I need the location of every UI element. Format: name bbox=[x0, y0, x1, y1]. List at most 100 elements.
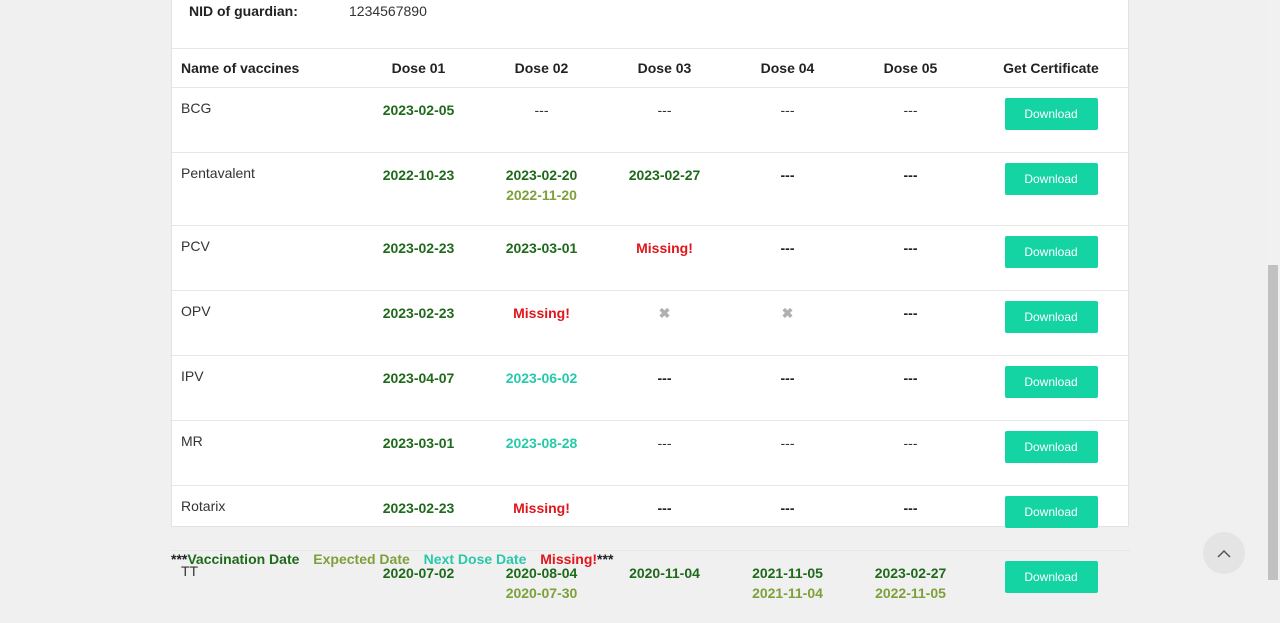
dose-cell: --- bbox=[849, 291, 972, 356]
missing-label: Missing! bbox=[480, 303, 603, 323]
certificate-cell: Download bbox=[972, 153, 1130, 226]
dose-cell: Missing! bbox=[603, 226, 726, 291]
certificate-cell: Download bbox=[972, 486, 1130, 551]
vaccine-name: OPV bbox=[172, 291, 357, 356]
download-certificate-button[interactable]: Download bbox=[1005, 366, 1098, 398]
vaccination-date: 2023-03-01 bbox=[357, 433, 480, 453]
vaccination-date: 2023-02-05 bbox=[357, 100, 480, 120]
scrollbar[interactable] bbox=[1266, 0, 1280, 580]
scrollbar-thumb[interactable] bbox=[1268, 265, 1278, 580]
dose-cell: 2021-11-052021-11-04 bbox=[726, 551, 849, 623]
empty-dose: --- bbox=[726, 498, 849, 518]
nid-label: NID of guardian: bbox=[189, 3, 298, 19]
header-dose-05: Dose 05 bbox=[849, 49, 972, 88]
next-dose-date: 2023-08-28 bbox=[480, 433, 603, 453]
certificate-cell: Download bbox=[972, 291, 1130, 356]
expected-date: 2021-11-04 bbox=[726, 583, 849, 603]
header-vaccine-name: Name of vaccines bbox=[172, 49, 357, 88]
table-row: Rotarix2023-02-23Missing!---------Downlo… bbox=[172, 486, 1130, 551]
table-row: IPV2023-04-072023-06-02---------Download bbox=[172, 356, 1130, 421]
dose-cell: 2023-02-23 bbox=[357, 226, 480, 291]
empty-dose: --- bbox=[603, 433, 726, 453]
empty-dose: --- bbox=[726, 368, 849, 388]
dose-cell: 2023-02-23 bbox=[357, 291, 480, 356]
table-row: OPV2023-02-23Missing!✖✖---Download bbox=[172, 291, 1130, 356]
dose-cell: --- bbox=[849, 226, 972, 291]
dose-cell: --- bbox=[603, 356, 726, 421]
table-row: PCV2023-02-232023-03-01Missing!------Dow… bbox=[172, 226, 1130, 291]
x-mark-icon: ✖ bbox=[603, 303, 726, 323]
vaccine-name: BCG bbox=[172, 88, 357, 153]
dose-cell: --- bbox=[726, 421, 849, 486]
empty-dose: --- bbox=[603, 498, 726, 518]
legend-expected-date: Expected Date bbox=[313, 551, 409, 567]
download-certificate-button[interactable]: Download bbox=[1005, 301, 1098, 333]
empty-dose: --- bbox=[726, 100, 849, 120]
download-certificate-button[interactable]: Download bbox=[1005, 561, 1098, 593]
dose-cell: Missing! bbox=[480, 291, 603, 356]
certificate-cell: Download bbox=[972, 421, 1130, 486]
vaccination-date: 2023-02-27 bbox=[849, 563, 972, 583]
vaccination-date: 2023-02-20 bbox=[480, 165, 603, 185]
dose-cell: --- bbox=[849, 88, 972, 153]
empty-dose: --- bbox=[849, 238, 972, 258]
empty-dose: --- bbox=[849, 368, 972, 388]
legend-vaccination-date: Vaccination Date bbox=[187, 551, 299, 567]
dose-cell: --- bbox=[603, 88, 726, 153]
empty-dose: --- bbox=[603, 368, 726, 388]
dose-cell: 2023-02-05 bbox=[357, 88, 480, 153]
download-certificate-button[interactable]: Download bbox=[1005, 431, 1098, 463]
vaccination-date: 2023-02-23 bbox=[357, 303, 480, 323]
vaccine-name: Rotarix bbox=[172, 486, 357, 551]
vaccination-date: 2023-02-23 bbox=[357, 498, 480, 518]
download-certificate-button[interactable]: Download bbox=[1005, 163, 1098, 195]
vaccination-date: 2022-10-23 bbox=[357, 165, 480, 185]
empty-dose: --- bbox=[849, 165, 972, 185]
download-certificate-button[interactable]: Download bbox=[1005, 98, 1098, 130]
vaccination-date: 2021-11-05 bbox=[726, 563, 849, 583]
vaccination-date: 2023-02-27 bbox=[603, 165, 726, 185]
dose-cell: --- bbox=[726, 486, 849, 551]
vaccine-name: IPV bbox=[172, 356, 357, 421]
table-row: MR2023-03-012023-08-28---------Download bbox=[172, 421, 1130, 486]
legend-suffix: *** bbox=[597, 551, 613, 567]
vaccination-date: 2023-02-23 bbox=[357, 238, 480, 258]
missing-label: Missing! bbox=[603, 238, 726, 258]
nid-value: 1234567890 bbox=[349, 3, 427, 19]
missing-label: Missing! bbox=[480, 498, 603, 518]
dose-cell: 2022-10-23 bbox=[357, 153, 480, 226]
dose-cell: --- bbox=[726, 88, 849, 153]
dose-cell: 2023-02-27 bbox=[603, 153, 726, 226]
dose-cell: Missing! bbox=[480, 486, 603, 551]
table-row: Pentavalent2022-10-232023-02-202022-11-2… bbox=[172, 153, 1130, 226]
dose-cell: 2023-03-01 bbox=[357, 421, 480, 486]
x-mark-icon: ✖ bbox=[726, 303, 849, 323]
download-certificate-button[interactable]: Download bbox=[1005, 236, 1098, 268]
certificate-cell: Download bbox=[972, 88, 1130, 153]
empty-dose: --- bbox=[603, 100, 726, 120]
empty-dose: --- bbox=[849, 498, 972, 518]
dose-cell: --- bbox=[603, 421, 726, 486]
dose-cell: --- bbox=[603, 486, 726, 551]
table-row: BCG2023-02-05------------Download bbox=[172, 88, 1130, 153]
empty-dose: --- bbox=[849, 433, 972, 453]
empty-dose: --- bbox=[726, 238, 849, 258]
scroll-to-top-button[interactable] bbox=[1203, 532, 1245, 574]
legend-missing: Missing! bbox=[540, 551, 597, 567]
certificate-cell: Download bbox=[972, 356, 1130, 421]
empty-dose: --- bbox=[849, 303, 972, 323]
dose-cell: --- bbox=[849, 421, 972, 486]
vaccination-date: 2020-11-04 bbox=[603, 563, 726, 583]
dose-cell: 2023-02-202022-11-20 bbox=[480, 153, 603, 226]
vaccine-name: PCV bbox=[172, 226, 357, 291]
dose-cell: --- bbox=[726, 356, 849, 421]
dose-cell: 2023-06-02 bbox=[480, 356, 603, 421]
download-certificate-button[interactable]: Download bbox=[1005, 496, 1098, 528]
table-header-row: Name of vaccines Dose 01 Dose 02 Dose 03… bbox=[172, 49, 1130, 88]
vaccine-name: Pentavalent bbox=[172, 153, 357, 226]
expected-date: 2022-11-20 bbox=[480, 185, 603, 205]
vaccine-name: MR bbox=[172, 421, 357, 486]
vaccine-table: Name of vaccines Dose 01 Dose 02 Dose 03… bbox=[172, 49, 1130, 623]
legend-next-dose-date: Next Dose Date bbox=[424, 551, 527, 567]
dose-cell: 2023-02-272022-11-05 bbox=[849, 551, 972, 623]
